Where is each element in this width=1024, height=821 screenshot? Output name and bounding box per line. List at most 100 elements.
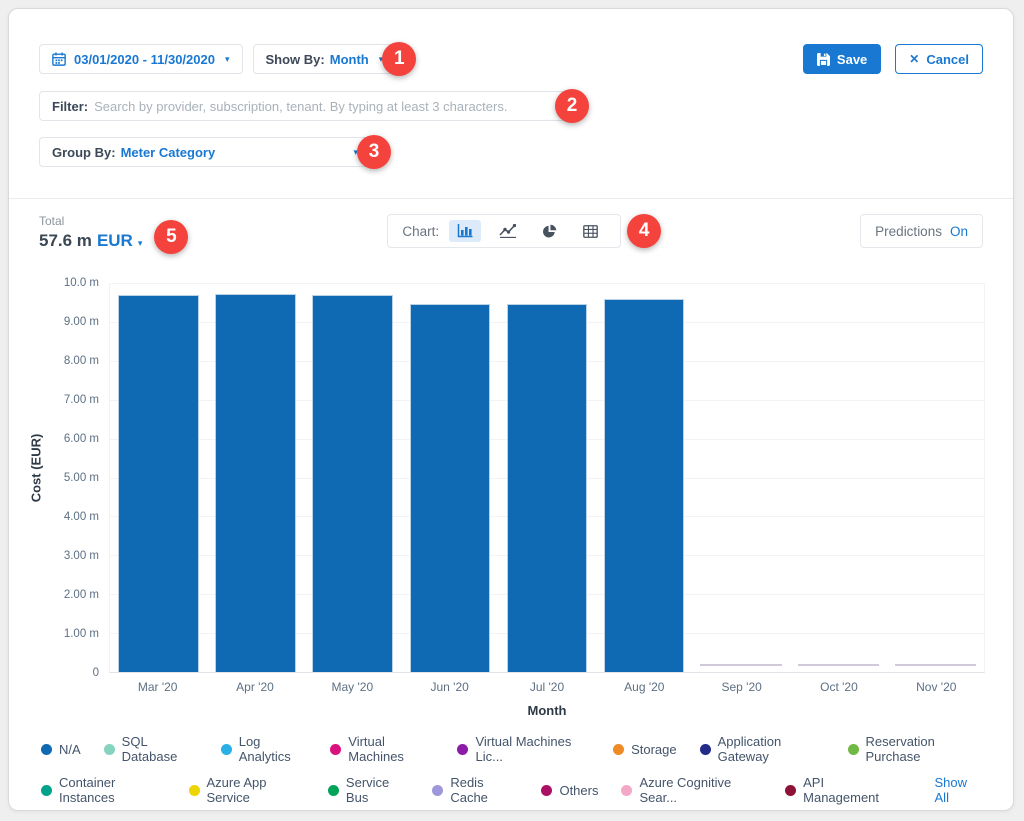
show-by-label: Show By: — [266, 52, 325, 67]
legend-dot — [457, 744, 468, 755]
predictions-toggle[interactable]: Predictions On — [860, 214, 983, 248]
show-by-dropdown[interactable]: Show By: Month ▾ — [253, 44, 397, 74]
cancel-button[interactable]: ✕ Cancel — [895, 44, 983, 74]
line-chart-icon[interactable] — [491, 220, 524, 242]
legend-dot — [330, 744, 341, 755]
total-currency-dropdown[interactable]: 57.6 m EUR ▾ — [39, 231, 142, 251]
legend-dot — [700, 744, 711, 755]
y-tick-label: 9.00 m — [47, 316, 99, 328]
group-by-dropdown[interactable]: Group By: Meter Category ▾ — [39, 137, 371, 167]
legend-item[interactable]: Redis Cache — [432, 775, 518, 805]
y-tick-label: 4.00 m — [47, 511, 99, 523]
legend-row: N/A SQL Database Log Analytics Virtual Mach… — [41, 734, 981, 764]
y-tick-label: 8.00 m — [47, 355, 99, 367]
x-tick-label: Apr '20 — [206, 680, 303, 694]
legend-item[interactable]: Log Analytics — [221, 734, 308, 764]
filter-input[interactable] — [94, 99, 556, 114]
annotation-badge-2: 2 — [555, 89, 589, 123]
cost-bar[interactable] — [215, 294, 296, 672]
legend-item[interactable]: N/A — [41, 742, 81, 757]
total-amount: 57.6 m — [39, 231, 92, 251]
bar-slot — [596, 283, 693, 672]
legend-label: Redis Cache — [450, 775, 518, 805]
annotation-badge-3: 3 — [357, 135, 391, 169]
prediction-bar[interactable] — [895, 664, 977, 666]
legend-item[interactable]: Others — [541, 783, 598, 798]
bar-slot — [207, 283, 304, 672]
x-tick-label: Jul '20 — [498, 680, 595, 694]
annotation-badge-1: 1 — [382, 42, 416, 76]
date-range-picker[interactable]: 03/01/2020 - 11/30/2020 ▾ — [39, 44, 243, 74]
bar-slots — [110, 283, 984, 672]
legend-item[interactable]: Container Instances — [41, 775, 166, 805]
chevron-down-icon: ▾ — [225, 54, 230, 65]
x-axis-labels: Mar '20Apr '20May '20Jun '20Jul '20Aug '… — [109, 680, 985, 694]
chevron-down-icon: ▾ — [138, 238, 143, 249]
legend-dot — [104, 744, 115, 755]
cost-bar[interactable] — [507, 304, 588, 672]
legend-item[interactable]: Reservation Purchase — [848, 734, 981, 764]
legend-item[interactable]: Azure Cognitive Sear... — [621, 775, 762, 805]
legend-dot — [541, 785, 552, 796]
y-tick-label: 5.00 m — [47, 472, 99, 484]
legend-label: Azure Cognitive Sear... — [639, 775, 762, 805]
legend-dot — [189, 785, 200, 796]
y-tick-label: 1.00 m — [47, 628, 99, 640]
bar-slot — [693, 283, 790, 672]
cost-bar[interactable] — [118, 295, 199, 672]
prediction-bar[interactable] — [700, 664, 782, 666]
group-by-row: Group By: Meter Category ▾ 3 — [9, 135, 1013, 169]
cost-bar[interactable] — [410, 304, 491, 672]
legend-label: Reservation Purchase — [866, 734, 981, 764]
bar-slot — [887, 283, 984, 672]
legend-dot — [621, 785, 632, 796]
legend-label: Service Bus — [346, 775, 409, 805]
legend-item[interactable]: Application Gateway — [700, 734, 825, 764]
cost-analysis-panel: 03/01/2020 - 11/30/2020 ▾ Show By: Month… — [8, 8, 1014, 811]
cost-bar[interactable] — [312, 295, 393, 672]
calendar-icon — [52, 52, 66, 66]
table-icon[interactable] — [575, 221, 606, 242]
x-tick-label: Mar '20 — [109, 680, 206, 694]
x-axis-title: Month — [109, 703, 985, 718]
y-tick-label: 0 — [47, 667, 99, 679]
legend-item[interactable]: Azure App Service — [189, 775, 305, 805]
legend-item[interactable]: Storage — [613, 742, 677, 757]
legend-dot — [328, 785, 339, 796]
y-axis-title: Cost (EUR) — [25, 283, 47, 718]
chart-selector-label: Chart: — [402, 224, 439, 239]
group-by-label: Group By: — [52, 145, 116, 160]
show-all-link[interactable]: Show All — [935, 775, 981, 805]
y-tick-label: 2.00 m — [47, 589, 99, 601]
pie-chart-icon[interactable] — [534, 220, 565, 243]
legend-label: Storage — [631, 742, 677, 757]
save-button-label: Save — [837, 52, 867, 67]
y-tick-label: 10.0 m — [47, 277, 99, 289]
legend-item[interactable]: Service Bus — [328, 775, 409, 805]
group-by-value: Meter Category — [121, 145, 216, 160]
legend-item[interactable]: Virtual Machines — [330, 734, 434, 764]
legend-item[interactable]: API Management — [785, 775, 895, 805]
x-tick-label: Jun '20 — [401, 680, 498, 694]
filter-field: Filter: — [39, 91, 569, 121]
legend-item[interactable]: Virtual Machines Lic... — [457, 734, 590, 764]
save-button[interactable]: Save — [803, 44, 881, 74]
legend-item[interactable]: SQL Database — [104, 734, 198, 764]
legend-label: Container Instances — [59, 775, 166, 805]
legend-label: Application Gateway — [718, 734, 825, 764]
bar-slot — [304, 283, 401, 672]
legend-label: SQL Database — [122, 734, 198, 764]
legend-label: N/A — [59, 742, 81, 757]
legend-label: Azure App Service — [207, 775, 305, 805]
bar-chart-icon[interactable] — [449, 220, 481, 242]
legend-label: Virtual Machines — [348, 734, 434, 764]
cost-bar[interactable] — [604, 299, 685, 672]
legend-dot — [613, 744, 624, 755]
legend-dot — [41, 785, 52, 796]
legend-dot — [221, 744, 232, 755]
prediction-bar[interactable] — [798, 664, 880, 666]
cancel-button-label: Cancel — [926, 52, 969, 67]
save-icon — [817, 53, 830, 66]
plot-area — [109, 283, 985, 673]
section-divider — [9, 198, 1013, 199]
